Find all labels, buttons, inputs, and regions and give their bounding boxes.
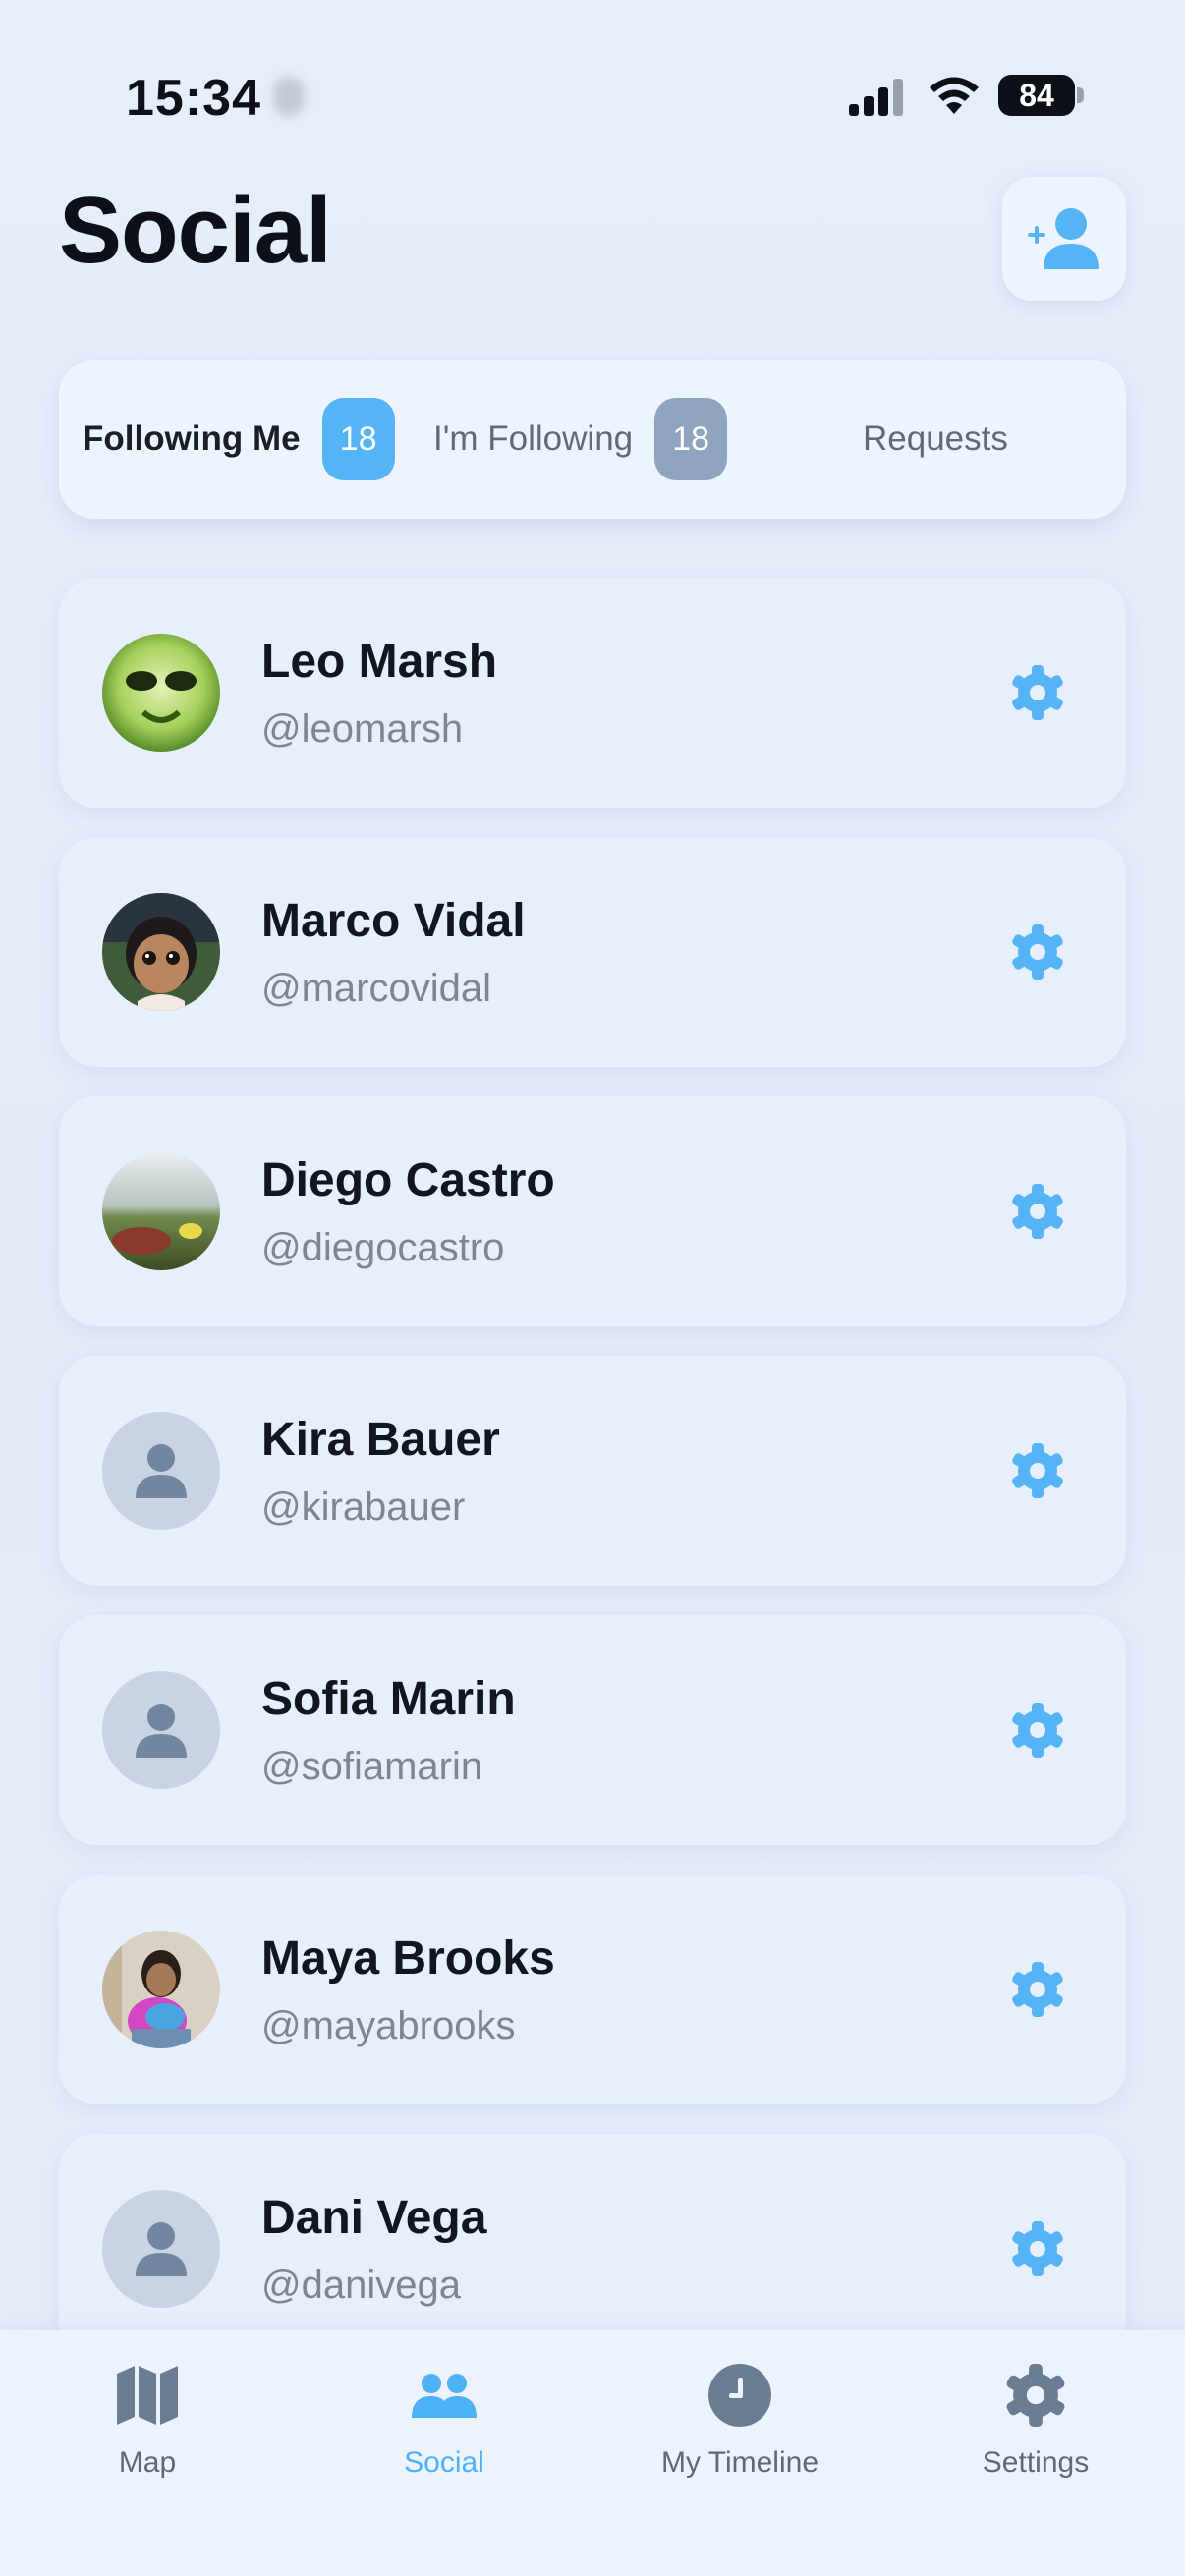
person-placeholder-icon [136, 1704, 187, 1758]
user-name: Leo Marsh [261, 636, 498, 688]
nav-tab-social[interactable]: Social [326, 2360, 562, 2497]
user-name: Kira Bauer [261, 1414, 500, 1466]
status-time: 15:34 [126, 70, 261, 127]
user-name: Dani Vega [261, 2192, 487, 2244]
tab-following-me[interactable]: Following Me 18 [83, 360, 395, 519]
social-screen: 15:34 84 Social Following Me 18 I'm Foll… [0, 0, 1185, 2576]
tab-label: Requests [863, 420, 1008, 458]
person-placeholder-icon [136, 2222, 187, 2276]
bottom-tab-bar: Map Social My Timeline Settings [0, 2330, 1185, 2576]
user-settings-button[interactable] [1008, 1182, 1067, 1241]
user-row[interactable]: Maya Brooks @mayabrooks [59, 1875, 1126, 2104]
nav-label: Map [118, 2446, 177, 2479]
page-title: Social [59, 178, 332, 283]
count-badge: 18 [321, 398, 395, 480]
nav-tab-my-timeline[interactable]: My Timeline [622, 2360, 858, 2497]
user-handle: @sofiamarin [261, 1745, 483, 1788]
tab-requests[interactable]: Requests [863, 360, 1008, 519]
user-row[interactable]: Leo Marsh @leomarsh [59, 578, 1126, 808]
user-row[interactable]: Marco Vidal @marcovidal [59, 837, 1126, 1067]
nav-label: My Timeline [660, 2446, 819, 2479]
battery-level: 84 [1019, 78, 1054, 113]
user-handle: @mayabrooks [261, 2004, 516, 2047]
battery-cap [1077, 87, 1084, 103]
user-row[interactable]: Sofia Marin @sofiamarin [59, 1615, 1126, 1845]
gear-icon [1012, 1703, 1063, 1758]
gear-icon [1012, 665, 1063, 720]
user-handle: @kirabauer [261, 1485, 466, 1529]
gear-icon [1012, 924, 1063, 980]
wifi-icon [930, 77, 979, 114]
add-friend-button[interactable] [1002, 177, 1126, 301]
user-handle: @danivega [261, 2264, 461, 2307]
avatar [102, 1412, 220, 1530]
nav-label: Settings [982, 2446, 1090, 2479]
gear-icon [1006, 2364, 1065, 2427]
user-row[interactable]: Diego Castro @diegocastro [59, 1096, 1126, 1326]
add-person-icon [1028, 208, 1099, 269]
tab-label: Following Me [83, 420, 301, 458]
blurred-indicator [273, 77, 305, 116]
user-settings-button[interactable] [1008, 1960, 1067, 2019]
user-settings-button[interactable] [1008, 923, 1067, 981]
user-name: Sofia Marin [261, 1673, 516, 1725]
people-icon [412, 2374, 477, 2418]
nav-label: Social [404, 2446, 484, 2479]
clock-icon [708, 2364, 771, 2427]
user-settings-button[interactable] [1008, 2219, 1067, 2278]
person-placeholder-icon [136, 1444, 187, 1498]
map-icon [117, 2366, 178, 2425]
tab-im-following[interactable]: I'm Following 18 [433, 360, 728, 519]
gear-icon [1012, 1962, 1063, 2017]
count-badge: 18 [654, 398, 728, 480]
status-bar: 15:34 84 [0, 0, 1185, 177]
avatar [102, 1931, 220, 2048]
avatar [102, 1152, 220, 1270]
avatar [102, 634, 220, 752]
user-row[interactable]: Dani Vega @danivega [59, 2134, 1126, 2364]
user-settings-button[interactable] [1008, 1701, 1067, 1760]
avatar [102, 893, 220, 1011]
user-row[interactable]: Kira Bauer @kirabauer [59, 1356, 1126, 1586]
avatar [102, 2190, 220, 2308]
user-settings-button[interactable] [1008, 663, 1067, 722]
nav-tab-settings[interactable]: Settings [918, 2360, 1154, 2497]
user-handle: @diegocastro [261, 1226, 505, 1269]
user-name: Diego Castro [261, 1154, 555, 1206]
nav-tab-map[interactable]: Map [29, 2360, 265, 2497]
user-name: Maya Brooks [261, 1932, 555, 1985]
cellular-signal-icon [849, 79, 903, 116]
avatar [102, 1671, 220, 1789]
user-name: Marco Vidal [261, 895, 526, 947]
tab-label: I'm Following [433, 420, 634, 458]
segmented-tabs: Following Me 18 I'm Following 18 Request… [59, 360, 1126, 519]
gear-icon [1012, 1443, 1063, 1498]
gear-icon [1012, 2221, 1063, 2276]
gear-icon [1012, 1184, 1063, 1239]
user-settings-button[interactable] [1008, 1441, 1067, 1500]
user-handle: @leomarsh [261, 707, 464, 751]
user-handle: @marcovidal [261, 967, 492, 1010]
